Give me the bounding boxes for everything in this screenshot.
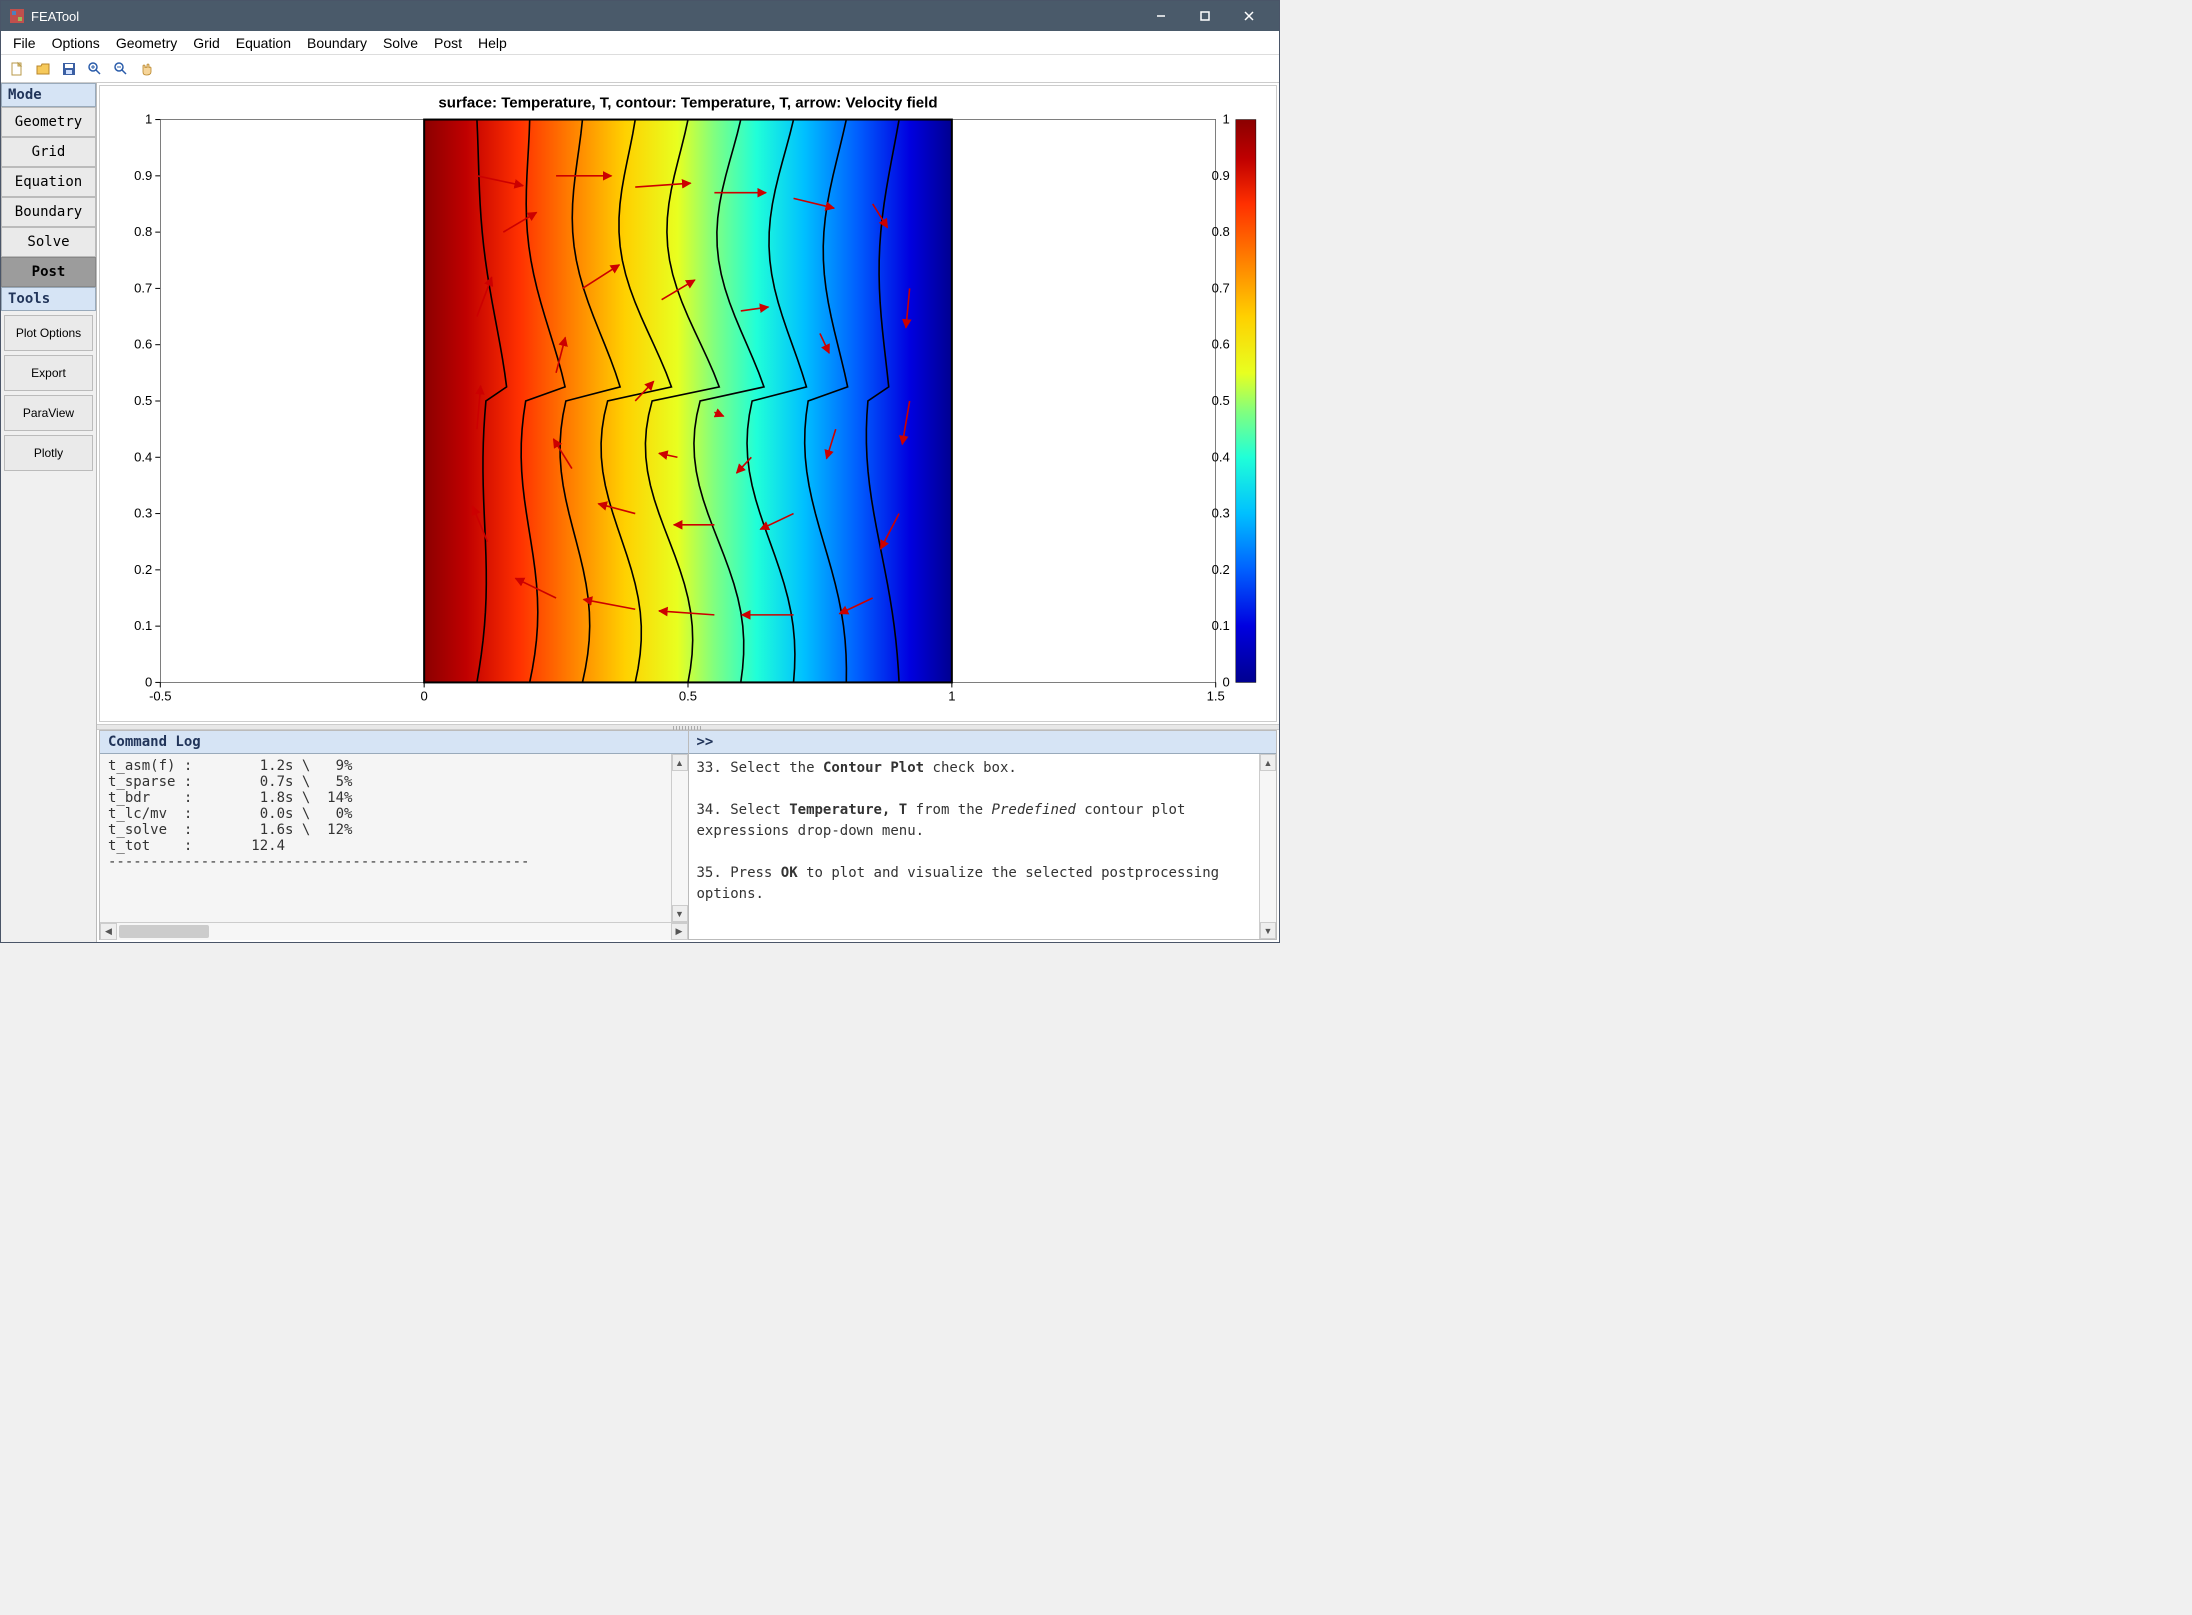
content-area: surface: Temperature, T, contour: Temper…	[97, 83, 1279, 942]
toolbar	[1, 55, 1279, 83]
menu-file[interactable]: File	[5, 33, 44, 53]
mode-post-button[interactable]: Post	[1, 257, 96, 287]
tool-export-button[interactable]: Export	[4, 355, 93, 391]
svg-text:0.6: 0.6	[1212, 337, 1230, 352]
svg-text:-0.5: -0.5	[149, 689, 171, 704]
svg-text:0.7: 0.7	[134, 280, 152, 295]
maximize-button[interactable]	[1183, 1, 1227, 31]
tool-paraview-button[interactable]: ParaView	[4, 395, 93, 431]
svg-text:1.5: 1.5	[1207, 689, 1225, 704]
open-file-icon[interactable]	[31, 57, 55, 81]
scroll-left-icon[interactable]: ◀	[100, 923, 117, 940]
minimize-button[interactable]	[1139, 1, 1183, 31]
plot-area[interactable]: surface: Temperature, T, contour: Temper…	[99, 85, 1277, 722]
app-icon	[9, 8, 25, 24]
main-area: Mode GeometryGridEquationBoundarySolvePo…	[1, 83, 1279, 942]
menu-post[interactable]: Post	[426, 33, 470, 53]
svg-text:0.4: 0.4	[1212, 449, 1230, 464]
svg-text:0.8: 0.8	[134, 224, 152, 239]
scroll-down-icon[interactable]: ▼	[1260, 922, 1276, 939]
svg-text:0.3: 0.3	[134, 506, 152, 521]
svg-text:0.2: 0.2	[134, 562, 152, 577]
titlebar: FEATool	[1, 1, 1279, 31]
svg-text:0.4: 0.4	[134, 449, 152, 464]
window-title: FEATool	[31, 9, 1139, 24]
scroll-track[interactable]	[117, 923, 671, 940]
log-hscrollbar[interactable]: ◀ ▶	[100, 922, 688, 939]
pan-hand-icon[interactable]	[135, 57, 159, 81]
menubar: FileOptionsGeometryGridEquationBoundaryS…	[1, 31, 1279, 55]
scroll-track[interactable]	[1260, 771, 1276, 922]
svg-text:0.9: 0.9	[134, 168, 152, 183]
svg-text:0.8: 0.8	[1212, 224, 1230, 239]
tool-plot-options-button[interactable]: Plot Options	[4, 315, 93, 351]
sidebar-mode-header: Mode	[1, 83, 96, 107]
help-pane: >> 33. Select the Contour Plot check box…	[689, 731, 1277, 939]
app-window: FEATool FileOptionsGeometryGridEquationB…	[0, 0, 1280, 943]
svg-text:1: 1	[145, 112, 152, 127]
mode-equation-button[interactable]: Equation	[1, 167, 96, 197]
sidebar: Mode GeometryGridEquationBoundarySolvePo…	[1, 83, 97, 942]
scroll-thumb[interactable]	[119, 925, 209, 938]
mode-geometry-button[interactable]: Geometry	[1, 107, 96, 137]
svg-text:1: 1	[948, 689, 955, 704]
zoom-out-icon[interactable]	[109, 57, 133, 81]
scroll-down-icon[interactable]: ▼	[672, 905, 688, 922]
scroll-track[interactable]	[672, 771, 688, 905]
svg-text:0.3: 0.3	[1212, 506, 1230, 521]
log-vscrollbar[interactable]: ▲ ▼	[671, 754, 688, 922]
menu-boundary[interactable]: Boundary	[299, 33, 375, 53]
svg-text:0.6: 0.6	[134, 337, 152, 352]
new-file-icon[interactable]	[5, 57, 29, 81]
menu-geometry[interactable]: Geometry	[108, 33, 185, 53]
menu-help[interactable]: Help	[470, 33, 515, 53]
menu-grid[interactable]: Grid	[185, 33, 227, 53]
svg-text:0.1: 0.1	[134, 618, 152, 633]
mode-boundary-button[interactable]: Boundary	[1, 197, 96, 227]
command-log-header: Command Log	[100, 731, 688, 754]
svg-text:0.2: 0.2	[1212, 562, 1230, 577]
svg-text:0.5: 0.5	[1212, 393, 1230, 408]
zoom-in-icon[interactable]	[83, 57, 107, 81]
svg-text:0.1: 0.1	[1212, 618, 1230, 633]
scroll-up-icon[interactable]: ▲	[1260, 754, 1276, 771]
svg-text:0: 0	[145, 674, 152, 689]
mode-solve-button[interactable]: Solve	[1, 227, 96, 257]
scroll-up-icon[interactable]: ▲	[672, 754, 688, 771]
bottom-panes: Command Log t_asm(f) : 1.2s \ 9% t_spars…	[99, 730, 1277, 940]
plot-title: surface: Temperature, T, contour: Temper…	[438, 94, 937, 111]
help-body[interactable]: 33. Select the Contour Plot check box.34…	[689, 754, 1260, 939]
tool-plotly-button[interactable]: Plotly	[4, 435, 93, 471]
help-prompt: >>	[689, 731, 1277, 754]
scroll-right-icon[interactable]: ▶	[671, 923, 688, 940]
help-vscrollbar[interactable]: ▲ ▼	[1259, 754, 1276, 939]
menu-equation[interactable]: Equation	[228, 33, 299, 53]
save-file-icon[interactable]	[57, 57, 81, 81]
mode-grid-button[interactable]: Grid	[1, 137, 96, 167]
close-button[interactable]	[1227, 1, 1271, 31]
svg-text:0.5: 0.5	[134, 393, 152, 408]
svg-text:0: 0	[421, 689, 428, 704]
svg-text:0.5: 0.5	[679, 689, 697, 704]
plot-canvas[interactable]: surface: Temperature, T, contour: Temper…	[100, 86, 1276, 721]
svg-text:0: 0	[1222, 674, 1229, 689]
sidebar-tools-header: Tools	[1, 287, 96, 311]
menu-solve[interactable]: Solve	[375, 33, 426, 53]
command-log-pane: Command Log t_asm(f) : 1.2s \ 9% t_spars…	[100, 731, 689, 939]
splitter-handle[interactable]	[97, 724, 1279, 730]
svg-text:1: 1	[1222, 112, 1229, 127]
svg-text:0.9: 0.9	[1212, 168, 1230, 183]
svg-text:0.7: 0.7	[1212, 280, 1230, 295]
menu-options[interactable]: Options	[44, 33, 108, 53]
command-log-body[interactable]: t_asm(f) : 1.2s \ 9% t_sparse : 0.7s \ 5…	[100, 754, 671, 922]
